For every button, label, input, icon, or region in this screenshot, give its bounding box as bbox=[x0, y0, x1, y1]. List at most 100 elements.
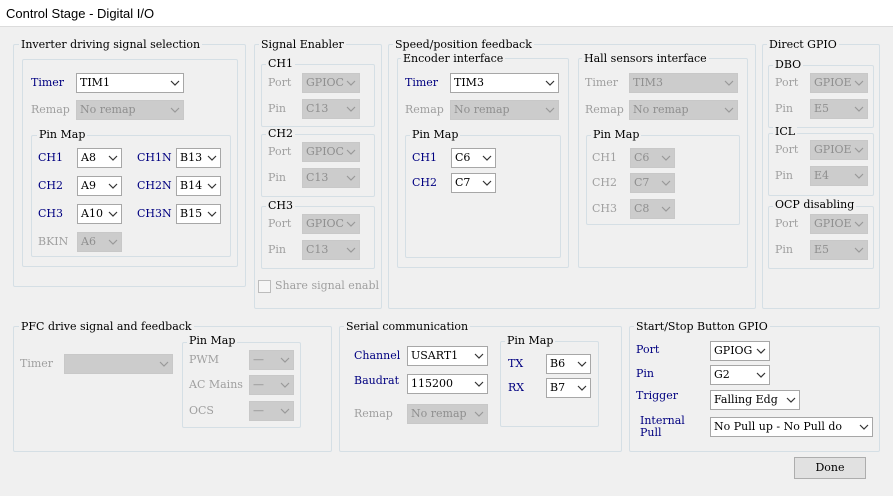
enabler-ch3-pin-value: C13 bbox=[306, 243, 329, 256]
chevron-down-icon bbox=[108, 210, 118, 218]
icl-title: ICL bbox=[773, 125, 798, 138]
icl-port-value: GPIOE bbox=[814, 143, 852, 156]
inverter-ch3n-select[interactable]: B15 bbox=[176, 204, 221, 224]
serial-rx-select[interactable]: B7 bbox=[546, 378, 591, 398]
chevron-down-icon bbox=[661, 179, 671, 187]
inverter-ch1n-select[interactable]: B13 bbox=[176, 148, 221, 168]
pfc-timer-select bbox=[64, 354, 173, 374]
serial-rx-label: RX bbox=[508, 381, 525, 394]
chevron-down-icon bbox=[482, 179, 492, 187]
share-signal-checkbox[interactable] bbox=[258, 280, 271, 293]
startstop-trigger-select[interactable]: Falling Edg bbox=[710, 390, 800, 410]
encoder-ch1-select[interactable]: C6 bbox=[451, 148, 496, 168]
serial-tx-select[interactable]: B6 bbox=[546, 354, 591, 374]
hall-ch2-label: CH2 bbox=[592, 176, 618, 189]
inverter-ch2-label: CH2 bbox=[38, 179, 64, 192]
startstop-pull-select[interactable]: No Pull up - No Pull do bbox=[710, 417, 873, 437]
hall-ch3-value: C8 bbox=[634, 202, 650, 215]
chevron-down-icon bbox=[474, 352, 484, 360]
signal-enabler-title: Signal Enabler bbox=[259, 38, 346, 51]
startstop-trigger-value: Falling Edg bbox=[714, 393, 778, 406]
enabler-ch3-pin-select: C13 bbox=[302, 240, 360, 260]
icl-port-select: GPIOE bbox=[810, 140, 868, 160]
inverter-bkin-value: A6 bbox=[81, 235, 96, 248]
chevron-down-icon bbox=[661, 205, 671, 213]
chevron-down-icon bbox=[346, 246, 356, 254]
inverter-ch1-select[interactable]: A8 bbox=[77, 148, 122, 168]
serial-channel-select[interactable]: USART1 bbox=[407, 346, 488, 366]
encoder-ch2-label: CH2 bbox=[412, 176, 438, 189]
pfc-acmains-value: — bbox=[253, 378, 264, 391]
hall-ch3-label: CH3 bbox=[592, 202, 618, 215]
chevron-down-icon bbox=[724, 79, 734, 87]
serial-channel-label: Channel bbox=[354, 349, 401, 362]
enabler-ch3-port-label: Port bbox=[268, 217, 292, 230]
enabler-ch3-port-value: GPIOC bbox=[306, 217, 344, 230]
inverter-pinmap-title: Pin Map bbox=[37, 128, 88, 141]
chevron-down-icon bbox=[854, 220, 864, 228]
inverter-ch1-label: CH1 bbox=[38, 151, 64, 164]
inverter-ch3-value: A10 bbox=[81, 207, 103, 220]
encoder-remap-value: No remap bbox=[454, 103, 510, 116]
serial-tx-value: B6 bbox=[550, 357, 566, 370]
inverter-ch2n-value: B14 bbox=[180, 179, 203, 192]
inverter-ch2n-select[interactable]: B14 bbox=[176, 176, 221, 196]
chevron-down-icon bbox=[545, 79, 555, 87]
done-button[interactable]: Done bbox=[794, 457, 866, 479]
chevron-down-icon bbox=[545, 106, 555, 114]
startstop-pin-select[interactable]: G2 bbox=[710, 365, 770, 385]
pfc-title: PFC drive signal and feedback bbox=[19, 320, 194, 333]
encoder-timer-select[interactable]: TIM3 bbox=[450, 73, 559, 93]
hall-remap-value: No remap bbox=[633, 103, 689, 116]
chevron-down-icon bbox=[108, 238, 118, 246]
inverter-ch1n-label: CH1N bbox=[137, 151, 172, 164]
hall-ch2-value: C7 bbox=[634, 176, 650, 189]
dbo-pin-label: Pin bbox=[775, 102, 794, 115]
ocp-port-value: GPIOE bbox=[814, 217, 852, 230]
ocp-title: OCP disabling bbox=[773, 198, 857, 211]
pfc-timer-label: Timer bbox=[20, 357, 54, 370]
inverter-ch3-select[interactable]: A10 bbox=[77, 204, 122, 224]
pfc-pinmap-title: Pin Map bbox=[187, 334, 238, 347]
serial-baudrate-select[interactable]: 115200 bbox=[407, 374, 488, 394]
serial-baudrate-label: Baudrat bbox=[354, 374, 400, 387]
icl-pin-label: Pin bbox=[775, 169, 794, 182]
inverter-timer-select[interactable]: TIM1 bbox=[76, 73, 184, 93]
chevron-down-icon bbox=[859, 423, 869, 431]
inverter-ch2-select[interactable]: A9 bbox=[77, 176, 122, 196]
hall-ch2-select: C7 bbox=[630, 173, 675, 193]
ocp-pin-label: Pin bbox=[775, 243, 794, 256]
chevron-down-icon bbox=[108, 182, 118, 190]
chevron-down-icon bbox=[346, 79, 356, 87]
ocp-pin-value: E5 bbox=[814, 243, 830, 256]
enabler-ch1-port-value: GPIOC bbox=[306, 76, 344, 89]
chevron-down-icon bbox=[474, 380, 484, 388]
pfc-pwm-select: — bbox=[249, 350, 294, 370]
chevron-down-icon bbox=[346, 174, 356, 182]
inverter-bkin-select: A6 bbox=[77, 232, 122, 252]
pfc-pwm-label: PWM bbox=[189, 353, 219, 366]
hall-ch3-select: C8 bbox=[630, 199, 675, 219]
inverter-ch1-value: A8 bbox=[81, 151, 96, 164]
icl-port-label: Port bbox=[775, 143, 799, 156]
dbo-port-value: GPIOE bbox=[814, 76, 852, 89]
serial-baudrate-value: 115200 bbox=[411, 377, 453, 390]
pfc-ocs-value: — bbox=[253, 404, 264, 417]
chevron-down-icon bbox=[280, 381, 290, 389]
chevron-down-icon bbox=[724, 106, 734, 114]
chevron-down-icon bbox=[577, 360, 587, 368]
inverter-bkin-label: BKIN bbox=[38, 235, 69, 248]
chevron-down-icon bbox=[170, 79, 180, 87]
inverter-timer-value: TIM1 bbox=[80, 76, 110, 89]
window-title: Control Stage - Digital I/O bbox=[0, 0, 893, 27]
inverter-ch3n-label: CH3N bbox=[137, 207, 172, 220]
ocp-port-label: Port bbox=[775, 217, 799, 230]
enabler-ch3-title: CH3 bbox=[266, 199, 296, 212]
hall-ch1-select: C6 bbox=[630, 148, 675, 168]
dbo-pin-value: E5 bbox=[814, 102, 830, 115]
startstop-port-select[interactable]: GPIOG bbox=[710, 341, 770, 361]
dbo-pin-select: E5 bbox=[810, 99, 868, 119]
encoder-ch2-select[interactable]: C7 bbox=[451, 173, 496, 193]
chevron-down-icon bbox=[280, 356, 290, 364]
chevron-down-icon bbox=[854, 105, 864, 113]
